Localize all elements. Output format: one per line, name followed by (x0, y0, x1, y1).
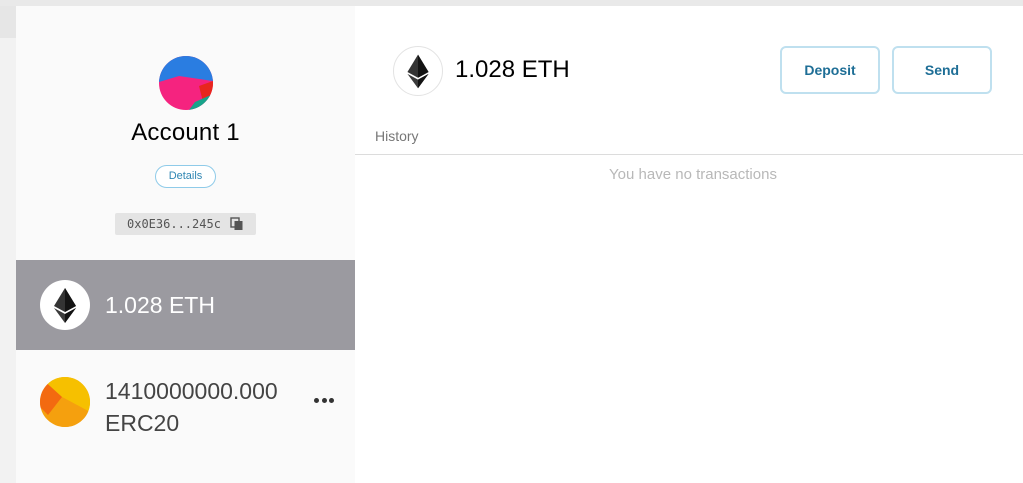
identicon-icon (159, 56, 213, 110)
token-symbol: ERC20 (105, 410, 180, 436)
left-gutter (0, 6, 16, 38)
address-chip[interactable]: 0x0E36...245c (115, 213, 256, 235)
eth-logo-icon (40, 280, 90, 330)
empty-transactions-message: You have no transactions (609, 166, 777, 183)
account-address: 0x0E36...245c (127, 217, 221, 231)
send-button[interactable]: Send (892, 46, 992, 94)
token-amount-value: 1410000000.000 (105, 378, 278, 404)
account-identicon[interactable] (159, 56, 213, 110)
more-options-button[interactable] (314, 393, 334, 407)
erc20-token-icon (40, 377, 90, 427)
eth-logo-icon (393, 46, 443, 96)
deposit-button[interactable]: Deposit (780, 46, 880, 94)
token-amount: 1410000000.000 ERC20 (105, 375, 278, 439)
main-panel: 1.028 ETH Deposit Send History You have … (355, 6, 1023, 483)
dot (314, 397, 319, 403)
dot (329, 397, 334, 403)
token-row-eth[interactable]: 1.028 ETH (16, 260, 355, 350)
history-label: History (375, 128, 419, 144)
history-divider (355, 154, 1023, 155)
dot (321, 397, 327, 403)
details-button[interactable]: Details (155, 165, 216, 188)
token-row-erc20[interactable]: 1410000000.000 ERC20 (16, 350, 355, 483)
token-amount: 1.028 ETH (105, 292, 215, 318)
account-name: Account 1 (131, 119, 240, 146)
balance-display: 1.028 ETH (455, 56, 570, 83)
copy-icon[interactable] (230, 217, 244, 231)
sidebar: Account 1 Details 0x0E36...245c 1.028 ET… (16, 6, 355, 483)
